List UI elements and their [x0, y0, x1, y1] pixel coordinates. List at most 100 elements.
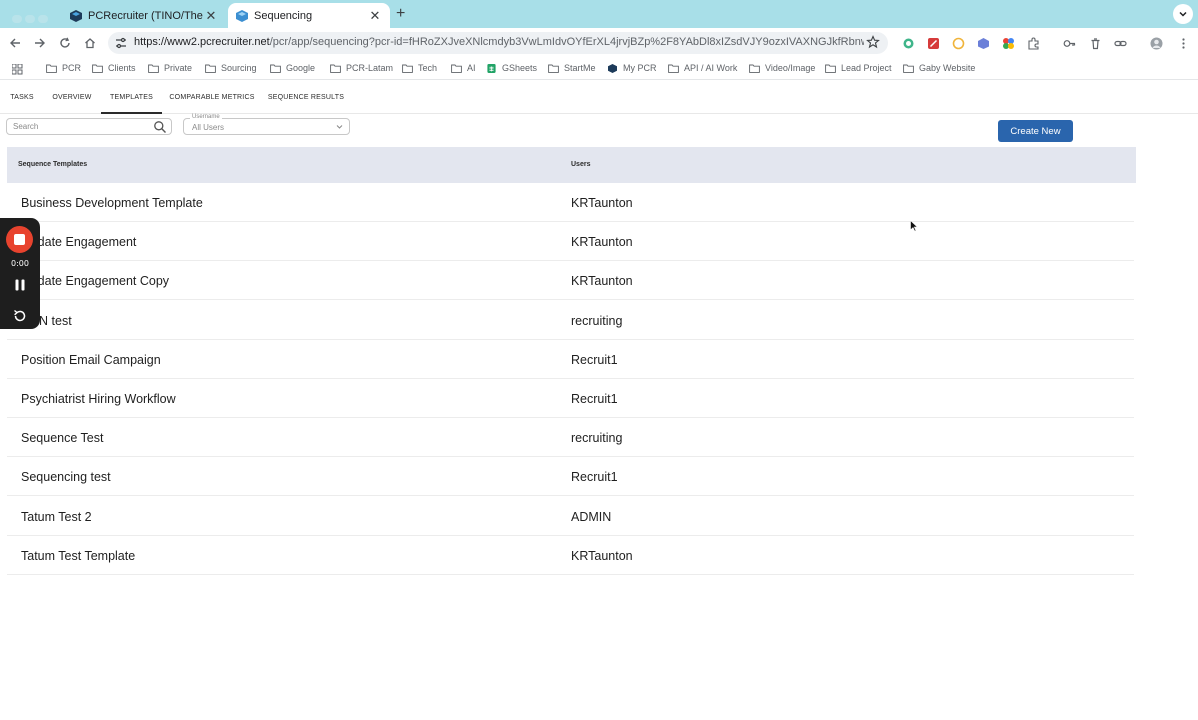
folder-icon [148, 64, 159, 73]
bookmark-label: My PCR [623, 63, 657, 73]
browser-tab-sequencing[interactable]: Sequencing ✕ [228, 3, 390, 28]
browser-menu-icon[interactable] [1177, 37, 1190, 50]
forward-arrow-icon[interactable] [31, 34, 49, 52]
browser-tab-strip: PCRecruiter (TINO/The Roys ✕ Sequencing … [0, 0, 1198, 28]
tab-search-chevron-icon[interactable] [1173, 4, 1193, 24]
bookmark-item[interactable]: My PCR [607, 63, 657, 73]
bookmark-item[interactable]: Video/Image [749, 63, 815, 73]
bookmark-item[interactable]: GSheets [486, 63, 537, 73]
template-user: KRTaunton [571, 548, 633, 563]
chevron-down-icon [336, 125, 343, 129]
column-header-users[interactable]: Users [571, 161, 590, 168]
table-row[interactable]: ndidate Engagement KRTaunton [7, 222, 1134, 262]
extension-cube-icon[interactable] [977, 37, 990, 50]
site-settings-icon[interactable] [114, 36, 128, 50]
username-value: All Users [192, 123, 225, 132]
bookmark-item[interactable]: API / AI Work [668, 63, 737, 73]
folder-icon [451, 64, 462, 73]
folder-icon [548, 64, 559, 73]
table-row[interactable]: Tatum Test Template KRTaunton [7, 536, 1134, 575]
search-icon[interactable] [153, 120, 167, 134]
template-name[interactable]: Sequencing test [21, 470, 111, 484]
bookmark-label: Lead Project [841, 63, 892, 73]
bookmark-label: GSheets [502, 63, 538, 73]
stop-icon [14, 234, 25, 245]
bookmark-label: AI [467, 63, 476, 73]
table-row[interactable]: Business Development Template KRTaunton [7, 183, 1134, 222]
stop-recording-button[interactable] [6, 226, 33, 253]
profile-avatar-icon[interactable] [1150, 37, 1163, 50]
table-row[interactable]: Psychiatrist Hiring Workflow Recruit1 [7, 379, 1134, 418]
new-tab-icon[interactable]: + [396, 5, 405, 23]
bookmark-item[interactable]: Clients [92, 63, 136, 73]
template-name[interactable]: Business Development Template [21, 196, 203, 210]
template-name[interactable]: Position Email Campaign [21, 353, 161, 367]
tab-sequence-results[interactable]: SEQUENCE RESULTS [266, 84, 346, 114]
column-header-templates[interactable]: Sequence Templates [18, 161, 87, 168]
table-row[interactable]: Tatum Test 2 ADMIN [7, 497, 1134, 536]
username-select[interactable]: Username All Users [183, 114, 350, 135]
template-user: recruiting [571, 313, 623, 328]
extensions-puzzle-icon[interactable] [1027, 37, 1040, 50]
bookmark-label: PCR-Latam [346, 63, 394, 73]
username-label: Username [190, 114, 222, 120]
password-key-icon[interactable] [1063, 37, 1076, 50]
screen-recorder-widget: 0:00 [0, 218, 40, 329]
tab-tasks[interactable]: TASKS [6, 84, 38, 114]
address-bar[interactable]: https://www2.pcrecruiter.net/pcr/app/seq… [108, 32, 888, 54]
create-new-button[interactable]: Create New [998, 120, 1073, 142]
table-row[interactable]: ndidate Engagement Copy KRTaunton [7, 261, 1134, 301]
bookmark-item[interactable]: Private [148, 63, 192, 73]
bookmark-item[interactable]: Sourcing [205, 63, 257, 73]
folder-icon [330, 64, 341, 73]
pause-icon[interactable] [13, 278, 27, 292]
link-icon[interactable] [1114, 37, 1127, 50]
reload-icon[interactable] [56, 34, 74, 52]
tab-templates[interactable]: TEMPLATES [101, 84, 162, 114]
template-name[interactable]: Psychiatrist Hiring Workflow [21, 392, 176, 406]
bookmark-item[interactable]: StartMe [548, 63, 596, 73]
trash-icon[interactable] [1089, 37, 1102, 50]
tab-title: Sequencing [254, 9, 313, 22]
table-row[interactable]: GYN test recruiting [7, 301, 1134, 340]
bookmark-item[interactable]: Gaby Website [903, 63, 975, 73]
table-row[interactable]: Sequence Test recruiting [7, 418, 1134, 458]
table-row[interactable]: Position Email Campaign Recruit1 [7, 340, 1134, 379]
search-input[interactable]: Search [6, 118, 172, 135]
bookmark-item[interactable]: Google [270, 63, 315, 73]
bookmark-item[interactable]: PCR-Latam [330, 63, 393, 73]
home-icon[interactable] [81, 34, 99, 52]
template-name[interactable]: Tatum Test Template [21, 549, 135, 563]
back-arrow-icon[interactable] [6, 34, 24, 52]
extension-pdf-icon[interactable] [927, 37, 940, 50]
bookmark-label: Clients [108, 63, 136, 73]
template-user: Recruit1 [571, 392, 618, 406]
template-name[interactable]: Sequence Test [21, 431, 103, 445]
template-name[interactable]: Tatum Test 2 [21, 510, 92, 524]
apps-grid-icon[interactable] [12, 64, 23, 75]
template-name[interactable]: ndidate Engagement Copy [21, 274, 169, 288]
bookmark-label: StartMe [564, 63, 596, 73]
bookmark-label: Video/Image [765, 63, 816, 73]
tab-overview[interactable]: OVERVIEW [48, 84, 96, 114]
bookmark-label: API / AI Work [684, 63, 738, 73]
bookmark-item[interactable]: Lead Project [825, 63, 892, 73]
folder-icon [402, 64, 413, 73]
extension-colorful-icon[interactable] [1002, 37, 1015, 50]
tab-comparable-metrics[interactable]: COMPARABLE METRICS [168, 84, 256, 114]
bookmark-item[interactable]: AI [451, 63, 476, 73]
extension-circle-icon[interactable] [952, 37, 965, 50]
close-tab-icon[interactable]: ✕ [368, 8, 382, 24]
url-path: /pcr/app/sequencing?pcr-id=fHRoZXJveXNlc… [269, 36, 864, 48]
extension-green-icon[interactable] [902, 37, 915, 50]
table-row[interactable]: Sequencing test Recruit1 [7, 457, 1134, 497]
restart-icon[interactable] [12, 308, 28, 324]
bookmark-star-icon[interactable] [866, 35, 880, 49]
window-controls[interactable] [12, 10, 52, 23]
browser-tab-pcrecruiter[interactable]: PCRecruiter (TINO/The Roys ✕ [62, 3, 226, 28]
bookmark-item[interactable]: Tech [402, 63, 437, 73]
bookmark-item[interactable]: PCR [46, 63, 81, 73]
close-tab-icon[interactable]: ✕ [204, 8, 218, 24]
template-user: ADMIN [571, 509, 612, 524]
bookmark-label: Tech [418, 63, 438, 73]
